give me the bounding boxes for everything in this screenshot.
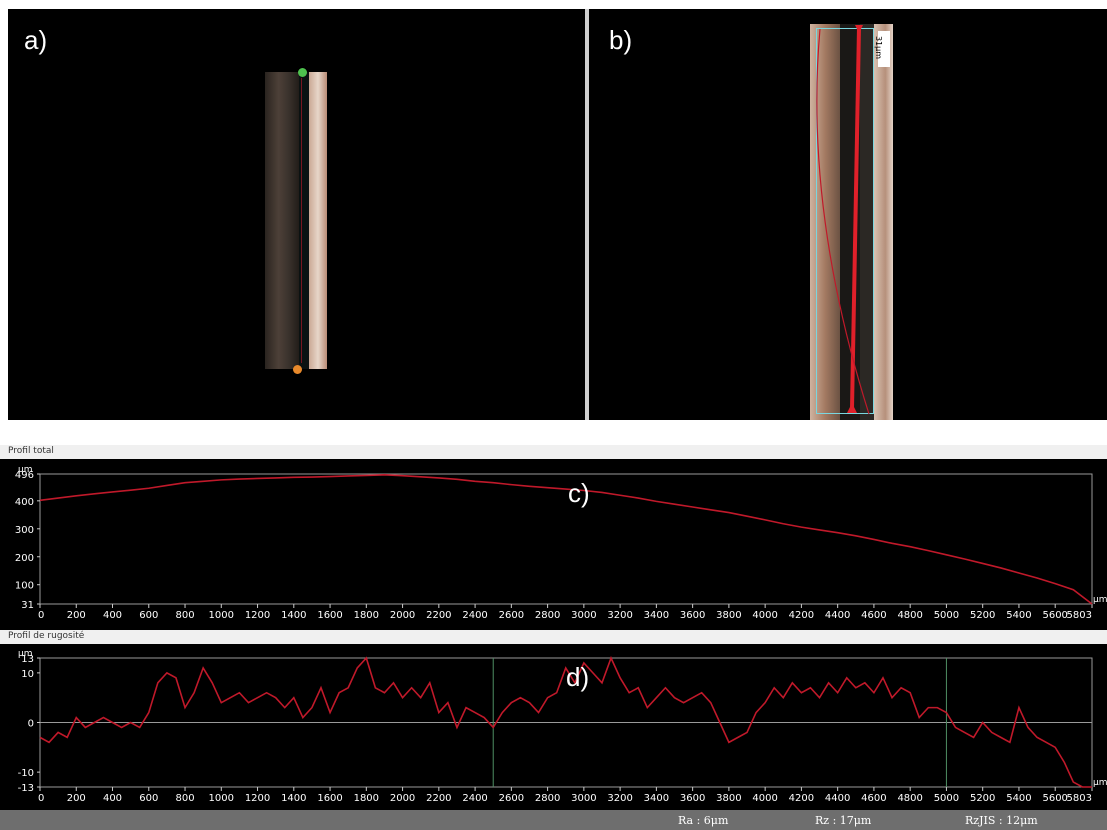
x-tick-label: 4400	[825, 610, 850, 621]
y-tick-label: 10	[21, 669, 34, 680]
y-tick-label: 400	[15, 497, 34, 508]
x-tick-label: 5803	[1067, 793, 1092, 804]
y-tick-label: 100	[15, 581, 34, 592]
ra-value: Ra : 6μm	[678, 814, 729, 827]
x-tick-label: 3400	[644, 610, 669, 621]
measurement-line	[850, 26, 861, 410]
x-tick-label: 4800	[897, 610, 922, 621]
y-tick-label: 0	[28, 719, 34, 730]
x-tick-label: 1400	[281, 793, 306, 804]
x-tick-label: 4000	[752, 610, 777, 621]
y-axis-unit: μm	[18, 649, 33, 659]
x-axis-unit: μm	[1093, 595, 1107, 605]
x-tick-label: 1000	[209, 793, 234, 804]
x-tick-label: 4400	[825, 793, 850, 804]
arrow-top-icon	[855, 25, 863, 33]
status-bar: Ra : 6μm Rz : 17μm RzJIS : 12μm	[0, 810, 1107, 830]
x-tick-label: 3600	[680, 793, 705, 804]
x-tick-label: 3800	[716, 793, 741, 804]
x-tick-label: 2000	[390, 610, 415, 621]
x-tick-label: 200	[67, 610, 86, 621]
x-tick-label: 2600	[499, 793, 524, 804]
specimen-image-a	[265, 72, 327, 369]
x-tick-label: 1600	[317, 610, 342, 621]
x-tick-label: 5803	[1067, 610, 1092, 621]
x-tick-label: 1200	[245, 610, 270, 621]
x-tick-label: 2800	[535, 610, 560, 621]
x-tick-label: 4600	[861, 793, 886, 804]
x-tick-label: 600	[139, 610, 158, 621]
x-tick-label: 1600	[317, 793, 342, 804]
y-tick-label: 300	[15, 525, 34, 536]
x-tick-label: 1800	[354, 793, 379, 804]
x-tick-label: 0	[38, 610, 44, 621]
x-tick-label: 3200	[607, 610, 632, 621]
rz-value: Rz : 17μm	[815, 814, 872, 827]
x-tick-label: 800	[175, 610, 194, 621]
y-tick-label: 31	[21, 600, 34, 611]
x-tick-label: 800	[175, 793, 194, 804]
x-tick-label: 3000	[571, 793, 596, 804]
x-tick-label: 4800	[897, 793, 922, 804]
x-tick-label: 5400	[1006, 610, 1031, 621]
x-tick-label: 5200	[970, 793, 995, 804]
x-tick-label: 5600	[1042, 610, 1067, 621]
roughness-profile-chart: 0 200 400 600 800 1000 1200 1400 1600 1800 2000 220…	[18, 649, 1107, 804]
panel-label-a: a)	[24, 25, 48, 55]
x-tick-label: 3600	[680, 610, 705, 621]
x-tick-label: 2400	[462, 610, 487, 621]
profile-series-line	[39, 474, 1093, 605]
total-profile-chart: 0 200 400 600 800 1000 1200 1400 1600 1800 2000 220…	[15, 465, 1107, 621]
y-tick-label: -10	[18, 768, 34, 779]
x-tick-label: 4200	[789, 793, 814, 804]
roughness-profile-header: Profil de rugosité	[0, 630, 1107, 644]
plot-frame	[39, 473, 1093, 605]
x-tick-label: 5600	[1042, 793, 1067, 804]
profile-curve-overlay	[816, 28, 870, 415]
x-tick-label: 2200	[426, 793, 451, 804]
green-marker-icon[interactable]	[298, 68, 307, 77]
measurement-value-label: 31μm	[874, 31, 890, 67]
x-tick-label: 2800	[535, 793, 560, 804]
image-panel-a: a)	[8, 9, 585, 420]
x-tick-label: 4200	[789, 610, 814, 621]
arrow-bottom-icon	[847, 403, 857, 413]
panel-label-c: c)	[568, 478, 590, 508]
x-tick-label: 1400	[281, 610, 306, 621]
x-tick-label: 2400	[462, 793, 487, 804]
x-tick-label: 3200	[607, 793, 632, 804]
x-tick-label: 1200	[245, 793, 270, 804]
x-tick-label: 4000	[752, 793, 777, 804]
x-tick-label: 600	[139, 793, 158, 804]
rzjis-value: RzJIS : 12μm	[965, 814, 1038, 827]
y-tick-label: 200	[15, 553, 34, 564]
x-tick-label: 3800	[716, 610, 741, 621]
x-tick-label: 2000	[390, 793, 415, 804]
x-tick-label: 0	[38, 793, 44, 804]
total-profile-header: Profil total	[0, 445, 1107, 459]
x-tick-label: 200	[67, 793, 86, 804]
x-tick-label: 1000	[209, 610, 234, 621]
x-tick-label: 5000	[934, 610, 959, 621]
panel-label-d: d)	[566, 662, 590, 692]
x-tick-label: 5000	[934, 793, 959, 804]
x-tick-label: 5200	[970, 610, 995, 621]
measurement-overlay	[816, 25, 870, 415]
x-tick-label: 1800	[354, 610, 379, 621]
x-tick-label: 400	[103, 793, 122, 804]
orange-marker-icon[interactable]	[293, 365, 302, 374]
x-tick-label: 4600	[861, 610, 886, 621]
x-tick-label: 2600	[499, 610, 524, 621]
y-axis-unit: μm	[18, 465, 33, 475]
x-tick-label: 3000	[571, 610, 596, 621]
image-panel-b: b) 31μm	[589, 9, 1107, 420]
x-tick-label: 2200	[426, 610, 451, 621]
y-tick-label: -13	[18, 783, 34, 794]
x-tick-label: 3400	[644, 793, 669, 804]
x-tick-label: 5400	[1006, 793, 1031, 804]
x-axis-unit: μm	[1093, 778, 1107, 788]
x-tick-label: 400	[103, 610, 122, 621]
